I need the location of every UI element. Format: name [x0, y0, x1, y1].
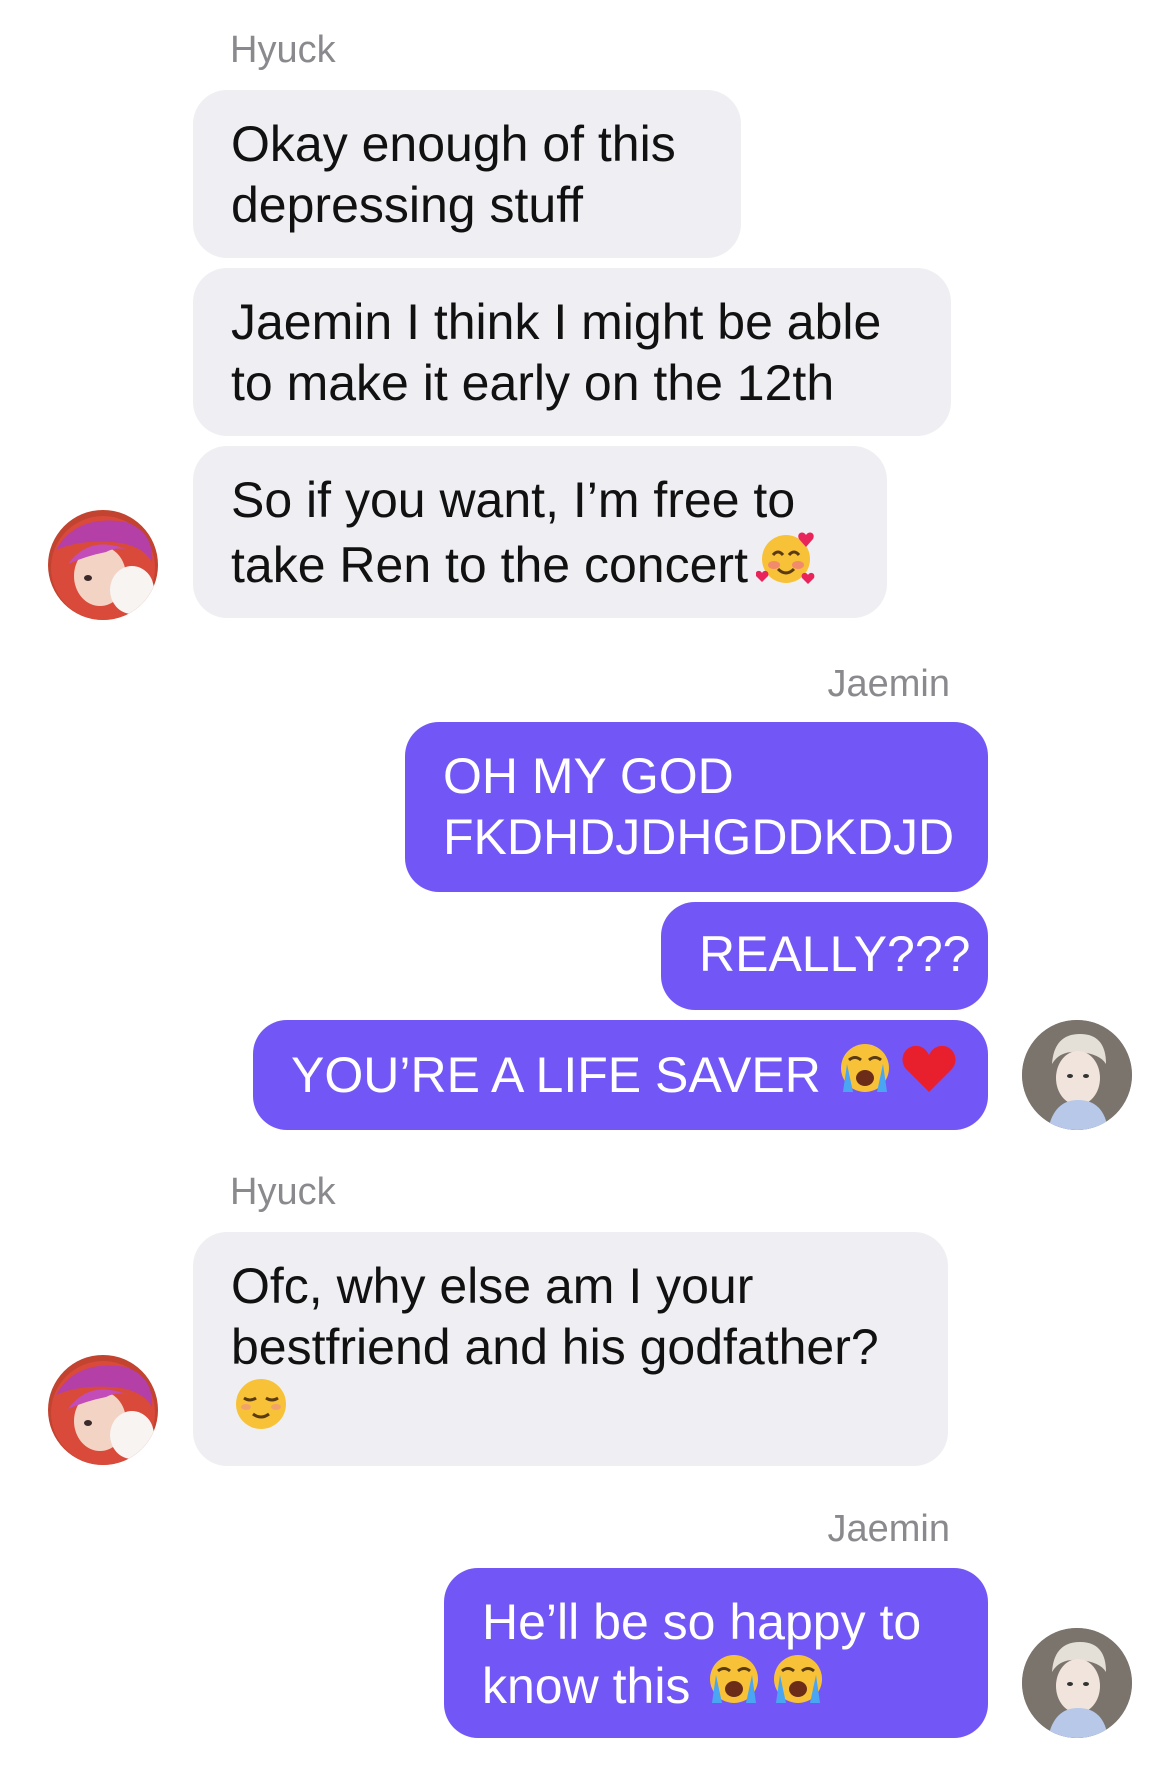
message-bubble-incoming[interactable]: Ofc, why else am I your bestfriend and h…: [193, 1232, 948, 1466]
message-bubble-outgoing[interactable]: OH MY GOD FKDHDJDHGDDKDJD: [405, 722, 988, 892]
smiling-face-with-hearts-icon: [755, 527, 818, 603]
avatar-jaemin[interactable]: [1022, 1628, 1132, 1738]
sender-name-jaemin: Jaemin: [827, 663, 951, 705]
message-bubble-incoming[interactable]: Jaemin I think I might be able to make i…: [193, 268, 951, 436]
message-text: Ofc, why else am I your: [231, 1258, 754, 1314]
message-text: Jaemin I think I might be able: [231, 294, 882, 350]
loudly-crying-face-icon: [768, 1649, 828, 1723]
message-bubble-outgoing[interactable]: YOU’RE A LIFE SAVER: [253, 1020, 988, 1130]
message-bubble-outgoing[interactable]: REALLY???: [661, 902, 988, 1010]
message-bubble-incoming[interactable]: Okay enough of this depressing stuff: [193, 90, 741, 258]
message-text: So if you want, I’m free to: [231, 472, 796, 528]
loudly-crying-face-icon: [835, 1038, 895, 1112]
message-text: bestfriend and his godfather?: [231, 1319, 879, 1375]
sender-name-hyuck: Hyuck: [230, 29, 336, 71]
message-text: Okay enough of this: [231, 116, 676, 172]
message-bubble-outgoing[interactable]: He’ll be so happy to know this: [444, 1568, 988, 1738]
sender-name-jaemin: Jaemin: [827, 1508, 951, 1550]
message-text: to make it early on the 12th: [231, 355, 835, 411]
loudly-crying-face-icon: [704, 1649, 764, 1723]
avatar-hyuck[interactable]: [48, 510, 158, 620]
message-bubble-incoming[interactable]: So if you want, I’m free to take Ren to …: [193, 446, 887, 618]
avatar-jaemin[interactable]: [1022, 1020, 1132, 1130]
avatar-hyuck[interactable]: [48, 1355, 158, 1465]
message-text: depressing stuff: [231, 177, 584, 233]
sender-name-hyuck: Hyuck: [230, 1171, 336, 1213]
red-heart-icon: [899, 1038, 959, 1112]
relieved-face-icon: [231, 1374, 291, 1448]
message-text: He’ll be so happy to: [482, 1594, 922, 1650]
message-text: know this: [482, 1658, 691, 1715]
message-text: REALLY???: [699, 926, 971, 982]
message-text: OH MY GOD: [443, 748, 734, 804]
message-text: FKDHDJDHGDDKDJD: [443, 809, 955, 865]
message-text: YOU’RE A LIFE SAVER: [291, 1047, 821, 1104]
message-text: take Ren to the concert: [231, 537, 748, 594]
